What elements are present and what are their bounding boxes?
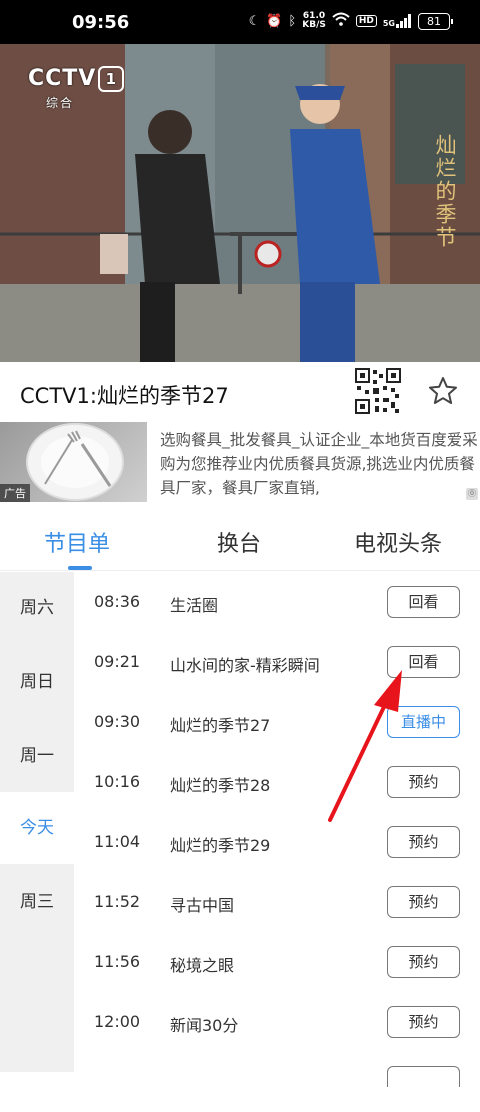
program-name: 生活圈 xyxy=(170,596,219,615)
net-speed: 61.0 KB/S xyxy=(302,12,326,30)
tab-active-indicator xyxy=(68,566,92,570)
ad-tag: 广告 xyxy=(0,484,30,502)
signal-icon: 5G xyxy=(383,14,412,28)
ad-info-icon[interactable]: ⓪ xyxy=(466,488,478,500)
show-overlay-title: 灿烂的季节 xyxy=(433,134,457,249)
program-row[interactable] xyxy=(74,1052,480,1112)
reserve-button[interactable]: 预约 xyxy=(387,826,460,858)
program-time: 10:16 xyxy=(94,772,141,791)
tab-schedule[interactable]: 节目单 xyxy=(44,526,110,558)
program-row[interactable]: 11:52 寻古中国 预约 xyxy=(74,872,480,932)
video-player[interactable]: CCTV 1 综合 灿烂的季节 xyxy=(0,44,480,362)
title-row: CCTV1:灿烂的季节27 xyxy=(0,362,480,422)
wifi-icon xyxy=(332,12,350,30)
reserve-button[interactable]: 预约 xyxy=(387,766,460,798)
tab-bar: 节目单 换台 电视头条 xyxy=(0,508,480,571)
channel-logo-sub: 综合 xyxy=(46,96,75,110)
program-name: 山水间的家-精彩瞬间 xyxy=(170,656,320,675)
partial-button[interactable] xyxy=(387,1066,460,1087)
program-row[interactable]: 11:04 灿烂的季节29 预约 xyxy=(74,812,480,872)
replay-button[interactable]: 回看 xyxy=(387,586,460,618)
day-item-sat[interactable]: 周六 xyxy=(0,572,74,644)
moon-icon: ☾ xyxy=(248,13,261,29)
channel-logo-text: CCTV xyxy=(28,66,97,91)
program-time: 11:04 xyxy=(94,832,141,851)
day-item-sun[interactable]: 周日 xyxy=(0,646,74,718)
status-icons: ☾ ⏰ ᛒ 61.0 KB/S HD 5G 81 xyxy=(248,12,453,30)
status-time: 09:56 xyxy=(72,12,130,33)
ad-banner[interactable]: 广告 选购餐具_批发餐具_认证企业_本地货百度爱采购为您推荐业内优质餐具货源,挑… xyxy=(0,422,480,502)
program-row[interactable]: 08:36 生活圈 回看 xyxy=(74,572,480,632)
replay-button[interactable]: 回看 xyxy=(387,646,460,678)
program-name: 秘境之眼 xyxy=(170,956,235,975)
program-time: 11:56 xyxy=(94,952,141,971)
alarm-icon: ⏰ xyxy=(266,13,283,29)
star-favorite-icon[interactable] xyxy=(428,376,458,406)
program-time: 11:52 xyxy=(94,892,141,911)
day-item-today[interactable]: 今天 xyxy=(0,792,74,864)
ad-image[interactable]: 广告 xyxy=(0,422,147,502)
program-list: 08:36 生活圈 回看 09:21 山水间的家-精彩瞬间 回看 09:30 灿… xyxy=(74,572,480,1087)
reserve-button[interactable]: 预约 xyxy=(387,946,460,978)
day-sidebar: 周六 周日 周一 今天 周三 xyxy=(0,572,74,1072)
day-item-wed[interactable]: 周三 xyxy=(0,866,74,938)
program-name: 新闻30分 xyxy=(170,1016,239,1035)
program-name: 灿烂的季节29 xyxy=(170,836,271,855)
channel-logo: CCTV 1 综合 xyxy=(28,66,125,110)
bluetooth-icon: ᛒ xyxy=(288,13,297,29)
net-speed-unit: KB/S xyxy=(302,20,326,30)
qr-code-icon[interactable] xyxy=(355,368,401,414)
live-now-button[interactable]: 直播中 xyxy=(387,706,460,738)
program-row[interactable]: 11:56 秘境之眼 预约 xyxy=(74,932,480,992)
tab-tv-headlines[interactable]: 电视头条 xyxy=(354,526,442,558)
signal-label: 5G xyxy=(382,19,395,28)
program-name: 灿烂的季节27 xyxy=(170,716,271,735)
channel-logo-number: 1 xyxy=(98,66,125,92)
program-row[interactable]: 12:00 新闻30分 预约 xyxy=(74,992,480,1052)
reserve-button[interactable]: 预约 xyxy=(387,1006,460,1038)
program-row[interactable]: 10:16 灿烂的季节28 预约 xyxy=(74,752,480,812)
program-time: 08:36 xyxy=(94,592,141,611)
ad-text[interactable]: 选购餐具_批发餐具_认证企业_本地货百度爱采购为您推荐业内优质餐具货源,挑选业内… xyxy=(160,428,478,500)
program-name: 灿烂的季节28 xyxy=(170,776,271,795)
battery-icon: 81 xyxy=(418,12,453,30)
program-time: 09:21 xyxy=(94,652,141,671)
program-row[interactable]: 09:21 山水间的家-精彩瞬间 回看 xyxy=(74,632,480,692)
page-title: CCTV1:灿烂的季节27 xyxy=(20,384,229,408)
status-bar: 09:56 ☾ ⏰ ᛒ 61.0 KB/S HD 5G 81 xyxy=(0,0,480,44)
program-name: 寻古中国 xyxy=(170,896,235,915)
program-time: 12:00 xyxy=(94,1012,141,1031)
tab-switch-channel[interactable]: 换台 xyxy=(217,526,261,558)
program-row[interactable]: 09:30 灿烂的季节27 直播中 xyxy=(74,692,480,752)
program-time: 09:30 xyxy=(94,712,141,731)
reserve-button[interactable]: 预约 xyxy=(387,886,460,918)
hd-badge: HD xyxy=(355,15,377,27)
day-item-mon[interactable]: 周一 xyxy=(0,720,74,792)
